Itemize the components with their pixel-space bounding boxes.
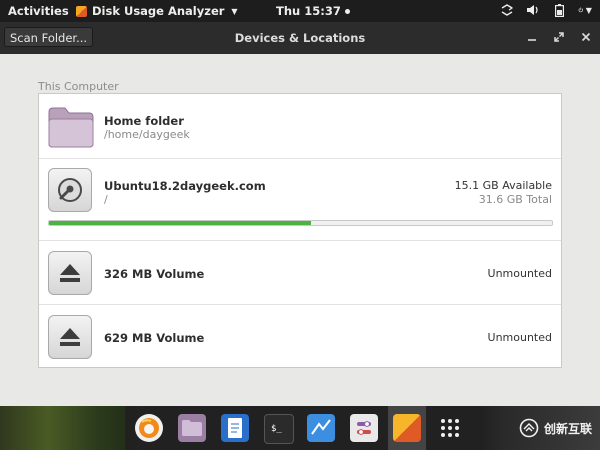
dock: $_ 创新互联 — [0, 406, 600, 450]
location-row-root-disk[interactable]: Ubuntu18.2daygeek.com / 15.1 GB Availabl… — [39, 159, 561, 241]
location-row-home[interactable]: Home folder /home/daygeek — [39, 94, 561, 159]
devices-and-locations-view: This Computer Home folder /home/daygeek — [0, 54, 600, 406]
system-monitor-icon[interactable] — [307, 414, 335, 442]
network-icon — [500, 3, 514, 17]
location-path: /home/daygeek — [104, 128, 190, 141]
total-space: 31.6 GB Total — [478, 193, 552, 206]
top-bar: Activities Disk Usage Analyzer ▼ Thu 15:… — [0, 0, 600, 22]
disk-usage-bar — [48, 220, 553, 226]
clock-label: Thu 15:37 — [276, 4, 341, 18]
location-name: 326 MB Volume — [104, 267, 205, 281]
app-menu[interactable]: Disk Usage Analyzer ▼ — [76, 4, 238, 18]
maximize-icon[interactable] — [553, 30, 565, 44]
app-grid-icon[interactable] — [436, 414, 464, 442]
folder-icon — [48, 106, 94, 152]
settings-icon[interactable] — [350, 414, 378, 442]
location-row-volume-326[interactable]: 326 MB Volume Unmounted — [39, 241, 561, 305]
app-menu-label: Disk Usage Analyzer — [92, 4, 225, 18]
mount-status: Unmounted — [487, 267, 552, 280]
location-row-volume-629[interactable]: 629 MB Volume Unmounted — [39, 305, 561, 367]
minimize-icon[interactable] — [526, 30, 538, 44]
volume-icon — [526, 3, 540, 17]
window-controls — [526, 30, 592, 44]
watermark: 创新互联 — [519, 418, 592, 438]
text-editor-icon[interactable] — [221, 414, 249, 442]
location-name: Home folder — [104, 114, 184, 128]
terminal-icon[interactable]: $_ — [264, 414, 294, 444]
caret-down-icon: ▼ — [585, 5, 592, 15]
system-tray[interactable]: ▼ — [500, 3, 592, 17]
location-name: Ubuntu18.2daygeek.com — [104, 179, 266, 193]
notification-dot-icon — [344, 8, 350, 14]
clock[interactable]: Thu 15:37 — [276, 4, 350, 18]
disk-usage-analyzer-icon[interactable] — [393, 414, 421, 442]
close-icon[interactable] — [580, 30, 592, 44]
caret-down-icon: ▼ — [231, 6, 238, 16]
locations-list: Home folder /home/daygeek Ubuntu18.2dayg… — [38, 93, 562, 368]
location-name: 629 MB Volume — [104, 331, 205, 345]
disk-usage-fill — [49, 221, 311, 225]
battery-icon — [552, 3, 566, 17]
hard-disk-icon — [48, 168, 92, 212]
location-path: / — [104, 193, 108, 206]
files-icon[interactable] — [178, 414, 206, 442]
activities-button[interactable]: Activities — [8, 4, 69, 18]
eject-icon — [48, 251, 92, 295]
window-title: Devices & Locations — [234, 31, 366, 45]
disk-usage-analyzer-icon — [76, 5, 87, 17]
power-icon: ▼ — [578, 3, 592, 17]
section-label: This Computer — [38, 80, 119, 93]
mount-status: Unmounted — [487, 331, 552, 344]
svg-text:$_: $_ — [271, 424, 282, 434]
firefox-icon[interactable] — [135, 414, 163, 442]
dock-strip: $_ — [125, 406, 480, 450]
available-space: 15.1 GB Available — [454, 179, 552, 192]
header-bar: Scan Folder... Devices & Locations — [0, 22, 600, 54]
eject-icon — [48, 315, 92, 359]
watermark-text: 创新互联 — [543, 421, 592, 436]
watermark-logo-icon — [519, 418, 539, 438]
